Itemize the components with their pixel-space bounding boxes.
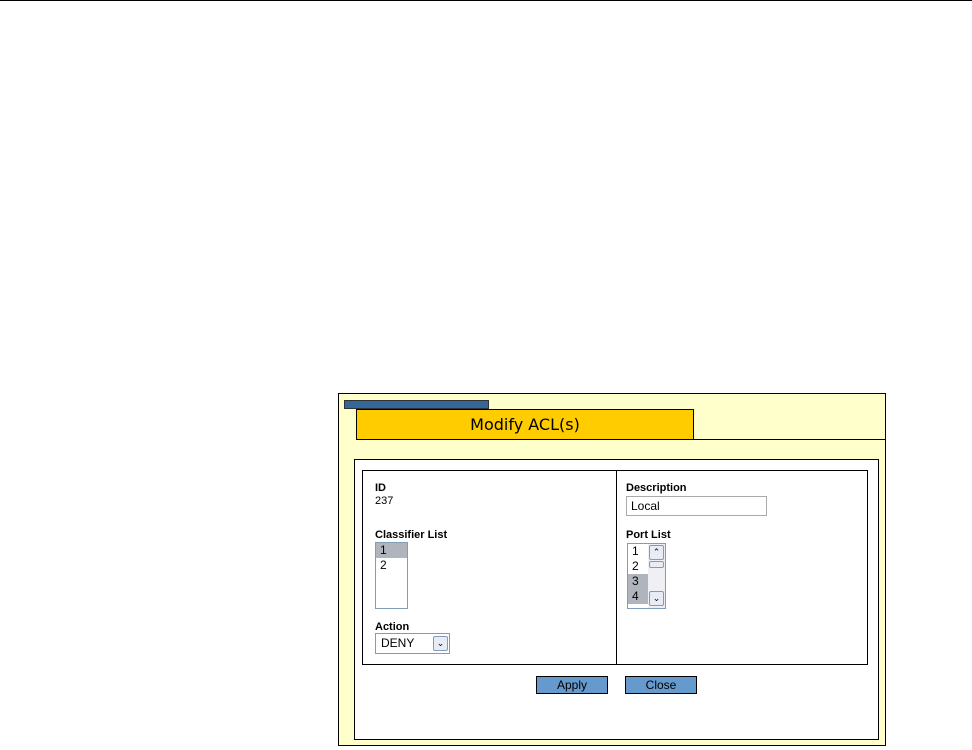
action-label: Action [375, 621, 410, 633]
scroll-up-icon[interactable]: ⌃ [649, 545, 664, 560]
accent-bar [344, 400, 489, 409]
description-input[interactable]: Local [626, 496, 767, 516]
dialog-title: Modify ACL(s) [356, 409, 694, 440]
apply-button[interactable]: Apply [536, 676, 608, 694]
classifier-list[interactable]: 1 2 [375, 542, 408, 609]
id-value: 237 [375, 495, 394, 507]
classifier-option[interactable]: 2 [376, 558, 407, 573]
id-label: ID [375, 482, 386, 494]
chevron-down-icon[interactable]: ⌄ [433, 636, 448, 651]
port-option[interactable]: 3 [628, 574, 648, 589]
close-button[interactable]: Close [625, 676, 697, 694]
scrollbar[interactable]: ⌃ ⌄ [648, 544, 665, 608]
port-list-label: Port List [626, 529, 671, 541]
scroll-down-icon[interactable]: ⌄ [649, 591, 664, 606]
tab-underline [694, 439, 886, 440]
action-select[interactable]: DENY ⌄ [375, 633, 450, 654]
scroll-thumb[interactable] [649, 561, 664, 568]
classifier-option[interactable]: 1 [376, 543, 407, 558]
top-divider [0, 0, 972, 1]
column-divider [616, 470, 617, 665]
port-list[interactable]: 1 2 3 4 ⌃ ⌄ [627, 543, 666, 609]
port-option[interactable]: 4 [628, 589, 648, 604]
action-value: DENY [381, 636, 415, 650]
classifier-list-label: Classifier List [375, 529, 448, 541]
description-label: Description [626, 482, 687, 494]
